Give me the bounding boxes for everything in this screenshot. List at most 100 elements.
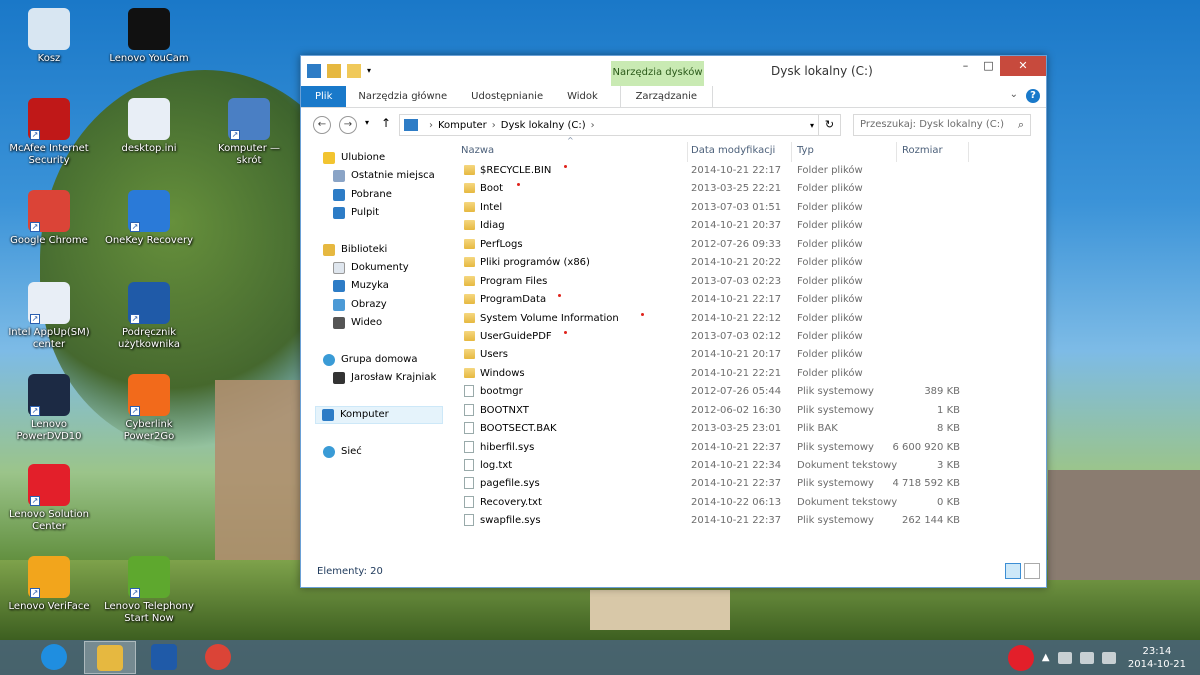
file-type: Plik systemowy bbox=[797, 386, 874, 398]
volume-icon[interactable] bbox=[1101, 651, 1116, 664]
desktop-icon-podrecznik[interactable]: ↗ Podręcznik użytkownika bbox=[104, 282, 194, 351]
large-icons-view-button[interactable] bbox=[1024, 563, 1040, 579]
network-icon[interactable] bbox=[1079, 651, 1094, 664]
file-row[interactable]: pagefile.sys 2014-10-21 22:37 Plik systemo… bbox=[453, 475, 1043, 493]
show-hidden-icons[interactable]: ▲ bbox=[1042, 652, 1050, 664]
breadcrumb-computer[interactable]: Komputer bbox=[438, 120, 487, 131]
column-size[interactable]: Rozmiar bbox=[902, 145, 943, 156]
search-input[interactable]: Przeszukaj: Dysk lokalny (C:) ⌕ bbox=[853, 114, 1031, 136]
address-dropdown-icon[interactable]: ▾ bbox=[810, 121, 814, 130]
nav-homegroup[interactable]: Grupa domowa bbox=[323, 351, 417, 369]
tab-share[interactable]: Udostępnianie bbox=[459, 86, 555, 107]
desktop-icon-powerdvd[interactable]: ↗ Lenovo PowerDVD10 bbox=[4, 374, 94, 443]
desktop-icon-recycle-bin[interactable]: Kosz bbox=[4, 8, 94, 65]
file-type: Folder plików bbox=[797, 312, 863, 324]
file-row[interactable]: Users 2014-10-21 20:17 Folder plików bbox=[453, 346, 1043, 364]
breadcrumb-drive[interactable]: Dysk lokalny (C:) bbox=[501, 120, 586, 131]
file-row[interactable]: Boot 2013-03-25 22:21 Folder plików bbox=[453, 180, 1043, 198]
file-date: 2012-07-26 05:44 bbox=[691, 386, 782, 398]
desktop-icon-label: desktop.ini bbox=[121, 143, 177, 154]
taskbar-explorer[interactable] bbox=[84, 641, 136, 674]
desktop-icon-solution-center[interactable]: ↗ Lenovo Solution Center bbox=[4, 464, 94, 533]
taskbar-chrome[interactable] bbox=[192, 641, 244, 674]
notification-icon[interactable] bbox=[1007, 644, 1034, 671]
file-row[interactable]: log.txt 2014-10-21 22:34 Dokument tekstowy… bbox=[453, 457, 1043, 475]
tab-view[interactable]: Widok bbox=[555, 86, 610, 107]
desktop-icon-computer-shortcut[interactable]: ↗ Komputer — skrót bbox=[204, 98, 294, 167]
power-icon[interactable] bbox=[1057, 651, 1072, 664]
nav-videos[interactable]: Wideo bbox=[333, 314, 382, 332]
file-row[interactable]: UserGuidePDF 2013-07-03 02:12 Folder plikó… bbox=[453, 328, 1043, 346]
refresh-button[interactable]: ↻ bbox=[819, 114, 841, 136]
recent-locations-icon[interactable]: ▾ bbox=[365, 118, 369, 127]
nav-homegroup-user[interactable]: Jarosław Krajniak bbox=[333, 369, 436, 387]
file-row[interactable]: $RECYCLE.BIN 2014-10-21 22:17 Folder plikó… bbox=[453, 162, 1043, 180]
file-row[interactable]: ProgramData 2014-10-21 22:17 Folder plików bbox=[453, 291, 1043, 309]
nav-documents[interactable]: Dokumenty bbox=[333, 259, 409, 277]
nav-recent-places[interactable]: Ostatnie miejsca bbox=[333, 167, 435, 185]
file-row[interactable]: bootmgr 2012-07-26 05:44 Plik systemowy 389… bbox=[453, 383, 1043, 401]
file-row[interactable]: Idiag 2014-10-21 20:37 Folder plików bbox=[453, 217, 1043, 235]
desktop-icon-desktop-ini[interactable]: desktop.ini bbox=[104, 98, 194, 155]
file-size: 6 600 920 KB bbox=[892, 441, 961, 453]
file-row[interactable]: Pliki programów (x86) 2014-10-21 20:22 Fol… bbox=[453, 254, 1043, 272]
desktop-icon-intel-appup[interactable]: ↗ Intel AppUp(SM) center bbox=[4, 282, 94, 351]
file-icon bbox=[464, 495, 474, 508]
file-row[interactable]: Intel 2013-07-03 01:51 Folder plików bbox=[453, 199, 1043, 217]
desktop-icon-power2go[interactable]: ↗ Cyberlink Power2Go bbox=[104, 374, 194, 443]
file-name: Program Files bbox=[480, 275, 548, 287]
address-bar[interactable]: › Komputer › Dysk lokalny (C:) › ▾ bbox=[399, 114, 819, 136]
maximize-button[interactable]: □ bbox=[977, 56, 1000, 76]
back-button[interactable]: ← bbox=[313, 116, 331, 134]
nav-network[interactable]: Sieć bbox=[323, 443, 362, 461]
column-type[interactable]: Typ bbox=[797, 145, 814, 156]
nav-music[interactable]: Muzyka bbox=[333, 277, 389, 295]
file-name: log.txt bbox=[480, 460, 513, 471]
forward-button[interactable]: → bbox=[339, 116, 357, 134]
desktop-icon-mcafee[interactable]: ↗ McAfee Internet Security bbox=[4, 98, 94, 167]
file-row[interactable]: System Volume Information 2014-10-21 22:1… bbox=[453, 310, 1043, 328]
column-date[interactable]: Data modyfikacji bbox=[691, 145, 775, 156]
help-button[interactable]: ? bbox=[1026, 89, 1040, 103]
file-row[interactable]: Windows 2014-10-21 22:21 Folder plików bbox=[453, 365, 1043, 383]
file-row[interactable]: PerfLogs 2012-07-26 09:33 Folder plików bbox=[453, 236, 1043, 254]
file-type: Folder plików bbox=[797, 349, 863, 361]
desktop-icon-label: Intel AppUp(SM) center bbox=[8, 327, 90, 350]
column-name[interactable]: Nazwa bbox=[461, 145, 494, 156]
taskbar-lenovo[interactable] bbox=[138, 641, 190, 674]
nav-libraries[interactable]: Biblioteki bbox=[323, 241, 387, 259]
new-folder-icon[interactable] bbox=[327, 64, 341, 78]
minimize-button[interactable]: – bbox=[954, 56, 977, 76]
desktop-icon-telephony[interactable]: ↗ Lenovo Telephony Start Now bbox=[104, 556, 194, 625]
close-button[interactable]: ✕ bbox=[1000, 56, 1046, 76]
nav-downloads[interactable]: Pobrane bbox=[333, 186, 392, 204]
nav-computer[interactable]: Komputer bbox=[315, 406, 443, 424]
nav-pictures[interactable]: Obrazy bbox=[333, 296, 387, 314]
clock[interactable]: 23:14 2014-10-21 bbox=[1128, 645, 1186, 671]
file-row[interactable]: BOOTSECT.BAK 2013-03-25 23:01 Plik BAK 8 KB bbox=[453, 420, 1043, 438]
desktop-icon-google-chrome[interactable]: ↗ Google Chrome bbox=[4, 190, 94, 247]
folder-icon[interactable] bbox=[347, 64, 361, 78]
search-icon[interactable]: ⌕ bbox=[1018, 118, 1024, 132]
desktop-icon-onekey-recovery[interactable]: ↗ OneKey Recovery bbox=[104, 190, 194, 247]
expand-ribbon-icon[interactable]: ⌄ bbox=[1010, 89, 1018, 103]
file-row[interactable]: swapfile.sys 2014-10-21 22:37 Plik systemo… bbox=[453, 512, 1043, 530]
nav-favorites[interactable]: Ulubione bbox=[323, 149, 385, 167]
file-row[interactable]: Program Files 2013-07-03 02:23 Folder plik… bbox=[453, 273, 1043, 291]
file-row[interactable]: Recovery.txt 2014-10-22 06:13 Dokument tek… bbox=[453, 494, 1043, 512]
properties-icon[interactable] bbox=[307, 64, 321, 78]
tab-manage[interactable]: Zarządzanie bbox=[619, 86, 713, 107]
file-icon bbox=[464, 440, 474, 453]
details-view-button[interactable] bbox=[1005, 563, 1021, 579]
file-row[interactable]: hiberfil.sys 2014-10-21 22:37 Plik systemo… bbox=[453, 439, 1043, 457]
desktop-icon-veriface[interactable]: ↗ Lenovo VeriFace bbox=[4, 556, 94, 613]
nav-desktop[interactable]: Pulpit bbox=[333, 204, 379, 222]
tab-file[interactable]: Plik bbox=[301, 86, 347, 107]
up-button[interactable]: ↑ bbox=[381, 116, 391, 130]
title-bar[interactable]: ▾ Narzędzia dysków Dysk lokalny (C:) – □… bbox=[301, 56, 1046, 86]
chevron-down-icon[interactable]: ▾ bbox=[367, 64, 375, 78]
file-row[interactable]: BOOTNXT 2012-06-02 16:30 Plik systemowy 1 K… bbox=[453, 402, 1043, 420]
tab-home[interactable]: Narzędzia główne bbox=[346, 86, 459, 107]
taskbar-ie[interactable] bbox=[28, 641, 80, 674]
desktop-icon-lenovo-youcam[interactable]: Lenovo YouCam bbox=[104, 8, 194, 65]
